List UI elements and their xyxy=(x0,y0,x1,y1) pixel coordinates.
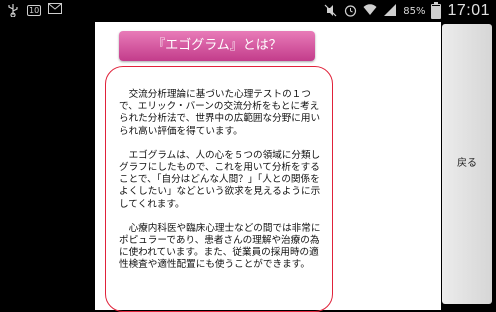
content-panel: 『エゴグラム』とは？ 交流分析理論に基づいた心理テストの１つで、エリック・バーン… xyxy=(95,22,441,312)
paragraph-egogram: エゴグラムは、人の心を５つの領域に分類しグラフにしたもので、これを用いて分析をす… xyxy=(119,149,321,210)
alarm-icon xyxy=(343,4,357,18)
silent-mode-icon xyxy=(323,4,337,18)
status-bar: 10 85% 17:01 xyxy=(0,0,496,22)
battery-icon xyxy=(431,1,442,19)
status-bar-notifications: 10 xyxy=(6,3,63,18)
back-button[interactable]: 戻る xyxy=(442,24,492,304)
paragraph-usage: 心療内科医や臨床心理士などの間では非常にポピュラーであり、患者さんの理解や治療の… xyxy=(119,222,321,271)
gmail-icon xyxy=(48,3,63,17)
page-title: 『エゴグラム』とは？ xyxy=(119,31,315,61)
clock: 17:01 xyxy=(447,2,490,19)
signal-icon xyxy=(383,4,397,18)
paragraph-intro: 交流分析理論に基づいた心理テストの１つで、エリック・バーンの交流分析をもとに考え… xyxy=(119,89,321,137)
status-bar-system: 85% 17:01 xyxy=(323,1,490,20)
wifi-icon xyxy=(363,4,377,18)
battery-level xyxy=(432,6,441,18)
description-box[interactable]: 交流分析理論に基づいた心理テストの１つで、エリック・バーンの交流分析をもとに考え… xyxy=(105,66,333,312)
battery-percent: 85% xyxy=(403,5,426,17)
usb-icon xyxy=(6,3,20,18)
sim-badge: 10 xyxy=(27,4,42,16)
